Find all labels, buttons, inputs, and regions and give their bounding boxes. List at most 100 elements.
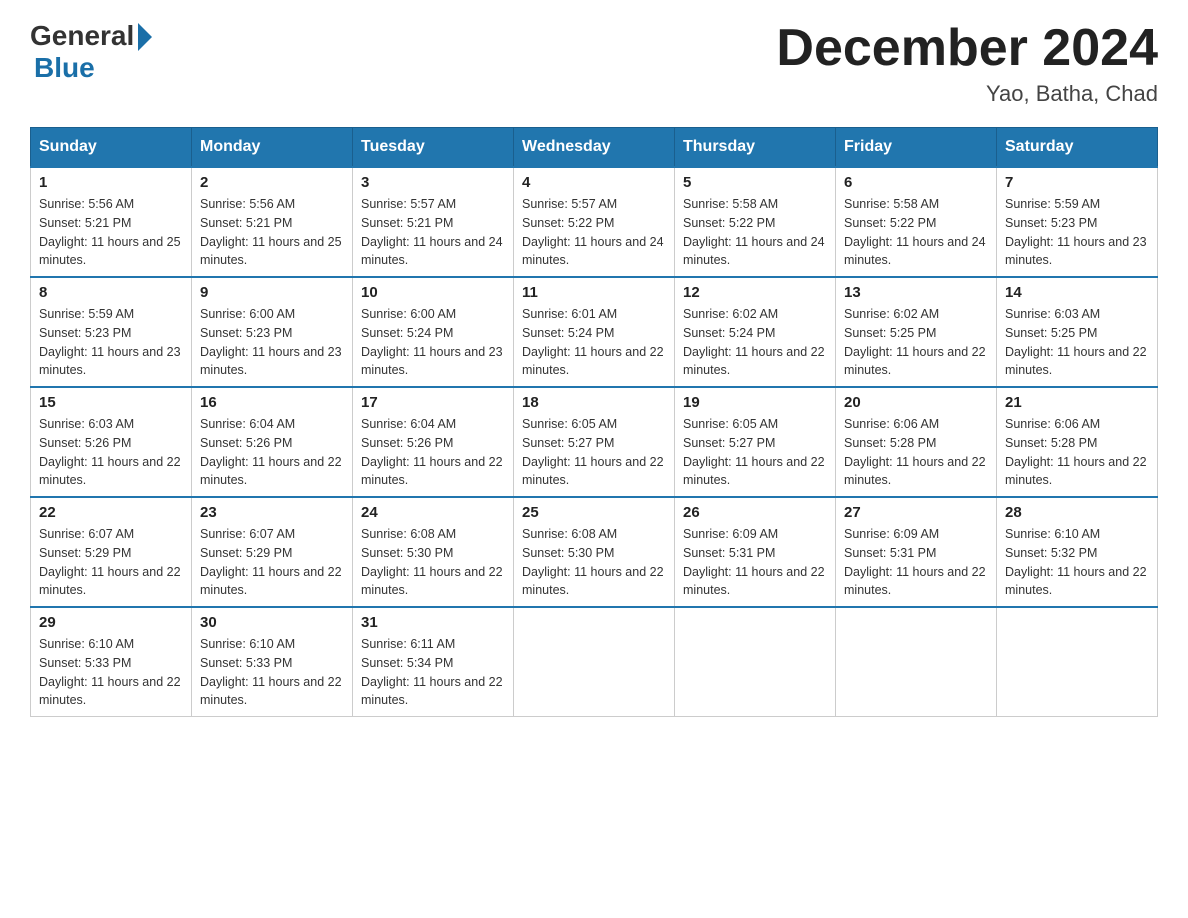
day-number: 27 xyxy=(844,504,988,521)
column-header-monday: Monday xyxy=(192,128,353,168)
calendar-cell: 1 Sunrise: 5:56 AM Sunset: 5:21 PM Dayli… xyxy=(31,167,192,277)
week-row-2: 8 Sunrise: 5:59 AM Sunset: 5:23 PM Dayli… xyxy=(31,277,1158,387)
day-number: 11 xyxy=(522,284,666,301)
day-number: 10 xyxy=(361,284,505,301)
week-row-3: 15 Sunrise: 6:03 AM Sunset: 5:26 PM Dayl… xyxy=(31,387,1158,497)
calendar-cell: 16 Sunrise: 6:04 AM Sunset: 5:26 PM Dayl… xyxy=(192,387,353,497)
day-info: Sunrise: 6:02 AM Sunset: 5:25 PM Dayligh… xyxy=(844,305,988,380)
day-info: Sunrise: 6:10 AM Sunset: 5:33 PM Dayligh… xyxy=(39,635,183,710)
day-number: 6 xyxy=(844,174,988,191)
day-number: 5 xyxy=(683,174,827,191)
column-header-saturday: Saturday xyxy=(997,128,1158,168)
column-header-tuesday: Tuesday xyxy=(353,128,514,168)
day-number: 18 xyxy=(522,394,666,411)
calendar-cell: 28 Sunrise: 6:10 AM Sunset: 5:32 PM Dayl… xyxy=(997,497,1158,607)
column-header-friday: Friday xyxy=(836,128,997,168)
column-header-thursday: Thursday xyxy=(675,128,836,168)
calendar-cell xyxy=(675,607,836,717)
title-area: December 2024 Yao, Batha, Chad xyxy=(776,20,1158,107)
calendar-cell: 29 Sunrise: 6:10 AM Sunset: 5:33 PM Dayl… xyxy=(31,607,192,717)
day-number: 1 xyxy=(39,174,183,191)
calendar-cell: 23 Sunrise: 6:07 AM Sunset: 5:29 PM Dayl… xyxy=(192,497,353,607)
calendar-cell: 15 Sunrise: 6:03 AM Sunset: 5:26 PM Dayl… xyxy=(31,387,192,497)
day-number: 22 xyxy=(39,504,183,521)
calendar-cell: 24 Sunrise: 6:08 AM Sunset: 5:30 PM Dayl… xyxy=(353,497,514,607)
day-number: 20 xyxy=(844,394,988,411)
day-info: Sunrise: 6:00 AM Sunset: 5:24 PM Dayligh… xyxy=(361,305,505,380)
column-header-sunday: Sunday xyxy=(31,128,192,168)
day-number: 15 xyxy=(39,394,183,411)
day-info: Sunrise: 6:00 AM Sunset: 5:23 PM Dayligh… xyxy=(200,305,344,380)
calendar-cell: 8 Sunrise: 5:59 AM Sunset: 5:23 PM Dayli… xyxy=(31,277,192,387)
day-number: 30 xyxy=(200,614,344,631)
day-number: 9 xyxy=(200,284,344,301)
calendar-cell: 27 Sunrise: 6:09 AM Sunset: 5:31 PM Dayl… xyxy=(836,497,997,607)
day-info: Sunrise: 6:08 AM Sunset: 5:30 PM Dayligh… xyxy=(361,525,505,600)
day-info: Sunrise: 6:05 AM Sunset: 5:27 PM Dayligh… xyxy=(683,415,827,490)
day-info: Sunrise: 6:06 AM Sunset: 5:28 PM Dayligh… xyxy=(844,415,988,490)
calendar-cell: 6 Sunrise: 5:58 AM Sunset: 5:22 PM Dayli… xyxy=(836,167,997,277)
day-info: Sunrise: 5:57 AM Sunset: 5:21 PM Dayligh… xyxy=(361,195,505,270)
logo-arrow-icon xyxy=(138,23,152,51)
day-info: Sunrise: 5:58 AM Sunset: 5:22 PM Dayligh… xyxy=(844,195,988,270)
calendar-cell xyxy=(836,607,997,717)
day-number: 2 xyxy=(200,174,344,191)
day-info: Sunrise: 5:56 AM Sunset: 5:21 PM Dayligh… xyxy=(200,195,344,270)
calendar-cell: 5 Sunrise: 5:58 AM Sunset: 5:22 PM Dayli… xyxy=(675,167,836,277)
day-info: Sunrise: 6:04 AM Sunset: 5:26 PM Dayligh… xyxy=(361,415,505,490)
day-info: Sunrise: 6:05 AM Sunset: 5:27 PM Dayligh… xyxy=(522,415,666,490)
location: Yao, Batha, Chad xyxy=(776,81,1158,107)
calendar-header-row: SundayMondayTuesdayWednesdayThursdayFrid… xyxy=(31,128,1158,168)
calendar-cell: 18 Sunrise: 6:05 AM Sunset: 5:27 PM Dayl… xyxy=(514,387,675,497)
day-info: Sunrise: 5:56 AM Sunset: 5:21 PM Dayligh… xyxy=(39,195,183,270)
day-info: Sunrise: 6:09 AM Sunset: 5:31 PM Dayligh… xyxy=(683,525,827,600)
calendar-cell: 7 Sunrise: 5:59 AM Sunset: 5:23 PM Dayli… xyxy=(997,167,1158,277)
day-number: 25 xyxy=(522,504,666,521)
day-info: Sunrise: 6:06 AM Sunset: 5:28 PM Dayligh… xyxy=(1005,415,1149,490)
calendar-cell: 20 Sunrise: 6:06 AM Sunset: 5:28 PM Dayl… xyxy=(836,387,997,497)
calendar-cell: 22 Sunrise: 6:07 AM Sunset: 5:29 PM Dayl… xyxy=(31,497,192,607)
day-info: Sunrise: 5:59 AM Sunset: 5:23 PM Dayligh… xyxy=(39,305,183,380)
calendar-cell xyxy=(514,607,675,717)
day-number: 3 xyxy=(361,174,505,191)
day-info: Sunrise: 6:11 AM Sunset: 5:34 PM Dayligh… xyxy=(361,635,505,710)
calendar-cell: 30 Sunrise: 6:10 AM Sunset: 5:33 PM Dayl… xyxy=(192,607,353,717)
calendar-cell: 9 Sunrise: 6:00 AM Sunset: 5:23 PM Dayli… xyxy=(192,277,353,387)
calendar-cell: 10 Sunrise: 6:00 AM Sunset: 5:24 PM Dayl… xyxy=(353,277,514,387)
calendar-cell xyxy=(997,607,1158,717)
page-header: General Blue December 2024 Yao, Batha, C… xyxy=(30,20,1158,107)
day-info: Sunrise: 6:10 AM Sunset: 5:33 PM Dayligh… xyxy=(200,635,344,710)
day-info: Sunrise: 6:04 AM Sunset: 5:26 PM Dayligh… xyxy=(200,415,344,490)
day-info: Sunrise: 6:01 AM Sunset: 5:24 PM Dayligh… xyxy=(522,305,666,380)
week-row-1: 1 Sunrise: 5:56 AM Sunset: 5:21 PM Dayli… xyxy=(31,167,1158,277)
day-info: Sunrise: 6:03 AM Sunset: 5:26 PM Dayligh… xyxy=(39,415,183,490)
calendar-cell: 14 Sunrise: 6:03 AM Sunset: 5:25 PM Dayl… xyxy=(997,277,1158,387)
day-number: 28 xyxy=(1005,504,1149,521)
day-number: 16 xyxy=(200,394,344,411)
calendar-cell: 26 Sunrise: 6:09 AM Sunset: 5:31 PM Dayl… xyxy=(675,497,836,607)
calendar-cell: 17 Sunrise: 6:04 AM Sunset: 5:26 PM Dayl… xyxy=(353,387,514,497)
day-info: Sunrise: 5:59 AM Sunset: 5:23 PM Dayligh… xyxy=(1005,195,1149,270)
day-number: 7 xyxy=(1005,174,1149,191)
day-info: Sunrise: 6:08 AM Sunset: 5:30 PM Dayligh… xyxy=(522,525,666,600)
day-number: 19 xyxy=(683,394,827,411)
day-number: 8 xyxy=(39,284,183,301)
day-number: 29 xyxy=(39,614,183,631)
calendar-cell: 11 Sunrise: 6:01 AM Sunset: 5:24 PM Dayl… xyxy=(514,277,675,387)
day-info: Sunrise: 6:07 AM Sunset: 5:29 PM Dayligh… xyxy=(39,525,183,600)
day-info: Sunrise: 5:57 AM Sunset: 5:22 PM Dayligh… xyxy=(522,195,666,270)
week-row-5: 29 Sunrise: 6:10 AM Sunset: 5:33 PM Dayl… xyxy=(31,607,1158,717)
day-number: 23 xyxy=(200,504,344,521)
day-info: Sunrise: 6:09 AM Sunset: 5:31 PM Dayligh… xyxy=(844,525,988,600)
calendar-cell: 2 Sunrise: 5:56 AM Sunset: 5:21 PM Dayli… xyxy=(192,167,353,277)
calendar-table: SundayMondayTuesdayWednesdayThursdayFrid… xyxy=(30,127,1158,717)
day-number: 13 xyxy=(844,284,988,301)
day-info: Sunrise: 6:02 AM Sunset: 5:24 PM Dayligh… xyxy=(683,305,827,380)
calendar-cell: 21 Sunrise: 6:06 AM Sunset: 5:28 PM Dayl… xyxy=(997,387,1158,497)
day-info: Sunrise: 6:07 AM Sunset: 5:29 PM Dayligh… xyxy=(200,525,344,600)
week-row-4: 22 Sunrise: 6:07 AM Sunset: 5:29 PM Dayl… xyxy=(31,497,1158,607)
calendar-cell: 4 Sunrise: 5:57 AM Sunset: 5:22 PM Dayli… xyxy=(514,167,675,277)
day-number: 17 xyxy=(361,394,505,411)
calendar-cell: 3 Sunrise: 5:57 AM Sunset: 5:21 PM Dayli… xyxy=(353,167,514,277)
month-title: December 2024 xyxy=(776,20,1158,77)
